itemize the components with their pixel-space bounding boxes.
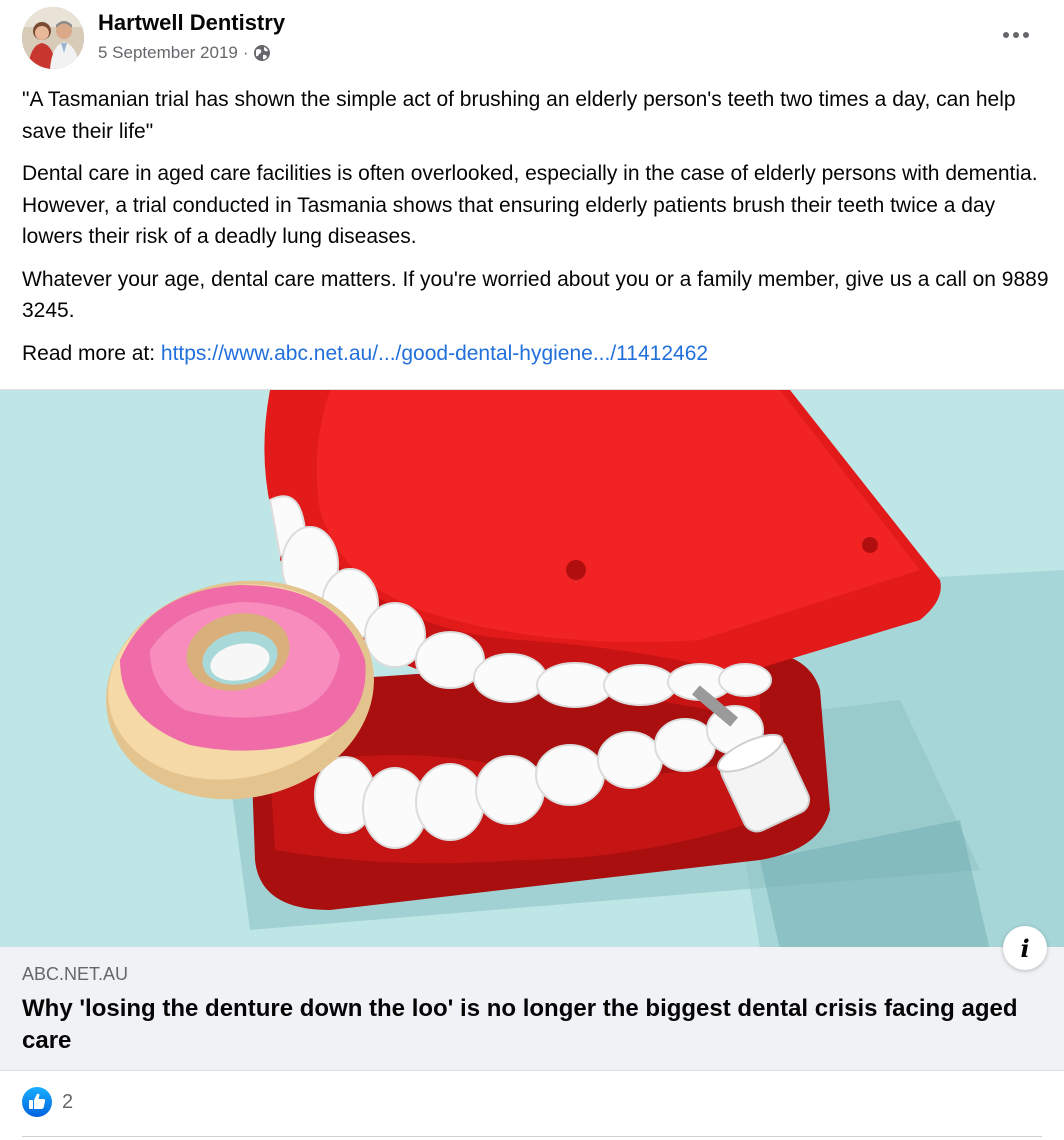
reactions-summary[interactable]: 2: [22, 1087, 73, 1117]
link-title[interactable]: Why 'losing the denture down the loo' is…: [22, 993, 1042, 1057]
post-paragraph-details: Dental care in aged care facilities is o…: [22, 162, 1038, 248]
more-options-icon: [1003, 32, 1029, 38]
read-more-line: Read more at: https://www.abc.net.au/...…: [22, 338, 1052, 370]
meta-separator: ·: [242, 43, 249, 62]
wind-up-teeth-photo: [0, 390, 1064, 948]
author-name[interactable]: Hartwell Dentistry: [98, 9, 285, 37]
read-more-label: Read more at:: [22, 341, 161, 365]
avatar-photo: [22, 7, 84, 69]
author-avatar[interactable]: [22, 7, 84, 69]
like-icon: [22, 1087, 52, 1117]
post-meta: 5 September 2019 ·: [98, 42, 271, 64]
read-more-link[interactable]: https://www.abc.net.au/.../good-dental-h…: [161, 342, 708, 365]
post-date[interactable]: 5 September 2019: [98, 42, 238, 64]
post-paragraph-call-to-action: Whatever your age, dental care matters. …: [22, 267, 1049, 323]
info-button[interactable]: i: [1003, 926, 1047, 970]
link-preview-card[interactable]: ABC.NET.AU Why 'losing the denture down …: [0, 947, 1064, 1071]
post-header: Hartwell Dentistry 5 September 2019 ·: [0, 0, 1064, 80]
reaction-count: 2: [62, 1091, 74, 1113]
actions-divider: [22, 1136, 1042, 1137]
post-body: "A Tasmanian trial has shown the simple …: [22, 84, 1052, 380]
more-options-button[interactable]: [996, 20, 1036, 50]
globe-icon: [253, 44, 271, 62]
link-domain: ABC.NET.AU: [22, 964, 129, 984]
info-icon: i: [1020, 933, 1030, 963]
post-paragraph-quote: "A Tasmanian trial has shown the simple …: [22, 88, 1016, 143]
link-preview-image[interactable]: [0, 389, 1064, 948]
